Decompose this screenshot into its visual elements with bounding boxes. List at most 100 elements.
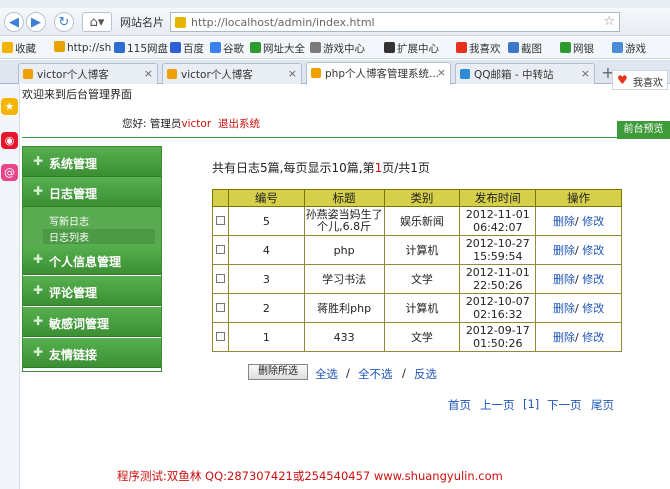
next-page-link[interactable]: 下一页 (547, 397, 582, 413)
mail-icon (460, 69, 470, 79)
edit-link[interactable]: 修改 (582, 244, 604, 257)
bookmark-site-directory[interactable]: 网址大全 (250, 41, 305, 56)
admin-header: 您好: 管理员victor 退出系统 (22, 108, 670, 138)
favorites-like[interactable]: 我喜欢 (456, 41, 501, 56)
row-select-cell (212, 322, 229, 352)
submenu-log-list[interactable]: 日志列表 (43, 229, 155, 244)
separator: / (346, 366, 350, 380)
extension-center[interactable]: 扩展中心 (384, 41, 439, 56)
heart-icon: ♥ (617, 73, 628, 87)
select-all-link[interactable]: 全选 (315, 366, 338, 382)
cloud-icon (114, 42, 125, 53)
header-title: 标题 (303, 189, 385, 207)
delete-link[interactable]: 删除 (553, 331, 575, 344)
baidu-icon (170, 42, 181, 53)
edit-link[interactable]: 修改 (582, 273, 604, 286)
games[interactable]: 游戏 (612, 41, 646, 56)
bookmark-115[interactable]: 115网盘 (114, 41, 168, 56)
cell-title: 433 (303, 322, 385, 352)
tab-admin-active[interactable]: php个人博客管理系统... × (306, 62, 451, 85)
email-icon[interactable]: @ (1, 164, 18, 181)
menu-sensitive-words[interactable]: ✚ 敏感词管理 (23, 307, 161, 337)
like-button[interactable]: ♥ 我喜欢 (612, 70, 668, 90)
tab-victor-blog-2[interactable]: victor个人博客 × (162, 63, 302, 84)
bookmark-http-sh[interactable]: http://sh (54, 41, 111, 54)
tab-victor-blog-1[interactable]: victor个人博客 × (18, 63, 158, 84)
row-checkbox[interactable] (215, 244, 225, 254)
back-icon[interactable]: ◀ (4, 12, 24, 32)
close-icon[interactable]: × (437, 66, 446, 79)
navigation-bar: ◀ ▶ ↻ ⌂▾ 网站名片 http://localhost/admin/ind… (0, 8, 670, 36)
bookmark-baidu[interactable]: 百度 (170, 41, 204, 56)
close-icon[interactable]: × (288, 67, 297, 80)
invert-selection-link[interactable]: 反选 (414, 366, 437, 382)
menu-profile-management[interactable]: ✚ 个人信息管理 (23, 245, 161, 275)
google-icon (210, 42, 221, 53)
prev-page-link[interactable]: 上一页 (480, 397, 515, 413)
plus-icon: ✚ (33, 345, 44, 359)
favicon-icon (175, 17, 186, 28)
refresh-icon[interactable]: ↻ (54, 12, 74, 32)
puzzle-icon (384, 42, 395, 53)
tab-qq-mail[interactable]: QQ邮箱 - 中转站 × (455, 63, 595, 84)
table-row: 5 孙燕姿当妈生了个儿,6.8斤 娱乐新闻 2012-11-01 06:42:07… (212, 206, 622, 236)
row-checkbox[interactable] (215, 215, 225, 225)
site-name-menu[interactable]: 网站名片 (120, 14, 164, 30)
menu-system-management[interactable]: ✚ 系统管理 (23, 147, 161, 177)
address-bar[interactable]: http://localhost/admin/index.html ☆ (170, 12, 620, 32)
forward-icon[interactable]: ▶ (26, 12, 46, 32)
cell-datetime: 2012-10-07 02:16:32 (459, 293, 537, 323)
log-table: 编号 标题 类别 发布时间 操作 5 孙燕姿当妈生了个儿,6.8斤 娱乐新闻 2… (212, 189, 622, 352)
delete-link[interactable]: 删除 (553, 215, 575, 228)
cell-id: 3 (227, 264, 305, 294)
table-row: 1 433 文学 2012-09-17 01:50:26 删除/ 修改 (212, 322, 622, 352)
plus-icon: ✚ (33, 154, 44, 168)
bookmark-google[interactable]: 谷歌 (210, 41, 244, 56)
url-text[interactable]: http://localhost/admin/index.html (191, 16, 375, 29)
edit-link[interactable]: 修改 (582, 215, 604, 228)
close-icon[interactable]: × (581, 67, 590, 80)
header-category: 类别 (383, 189, 461, 207)
delete-link[interactable]: 删除 (553, 244, 575, 257)
menu-comment-management[interactable]: ✚ 评论管理 (23, 276, 161, 306)
home-icon[interactable]: ⌂▾ (82, 12, 112, 32)
online-banking[interactable]: 网银 (560, 41, 594, 56)
scissors-icon (508, 42, 519, 53)
current-page: [1] (523, 397, 540, 411)
edit-link[interactable]: 修改 (582, 331, 604, 344)
logout-link[interactable]: 退出系统 (218, 116, 260, 131)
last-page-link[interactable]: 尾页 (591, 397, 614, 413)
star-icon[interactable]: ☆ (603, 14, 615, 29)
delete-selected-button[interactable]: 删除所选 (248, 364, 308, 380)
delete-link[interactable]: 删除 (553, 302, 575, 315)
weibo-icon[interactable]: ◉ (1, 132, 18, 149)
menu-log-management[interactable]: ✚ 日志管理 (23, 177, 161, 207)
select-none-link[interactable]: 全不选 (358, 366, 393, 382)
cell-title: php (303, 235, 385, 265)
bookmark-favorites[interactable]: 收藏 (2, 41, 36, 56)
row-checkbox[interactable] (215, 273, 225, 283)
row-checkbox[interactable] (215, 331, 225, 341)
screenshot-tool[interactable]: 截图 (508, 41, 542, 56)
plus-icon: ✚ (33, 252, 44, 266)
cell-category: 计算机 (383, 235, 461, 265)
close-icon[interactable]: × (144, 67, 153, 80)
favorites-star-icon[interactable]: ★ (1, 98, 18, 115)
bookmark-game-center[interactable]: 游戏中心 (310, 41, 365, 56)
delete-link[interactable]: 删除 (553, 273, 575, 286)
cell-actions: 删除/ 修改 (535, 235, 622, 265)
menu-friend-links[interactable]: ✚ 友情链接 (23, 338, 161, 368)
edit-link[interactable]: 修改 (582, 302, 604, 315)
star-icon (2, 42, 13, 53)
welcome-text: 欢迎来到后台管理界面 (22, 88, 132, 101)
submenu-write-log[interactable]: 写新日志 (49, 213, 89, 228)
first-page-link[interactable]: 首页 (448, 397, 471, 413)
table-header-row: 编号 标题 类别 发布时间 操作 (212, 189, 622, 207)
heart-icon (456, 42, 467, 53)
cell-category: 文学 (383, 322, 461, 352)
cell-datetime: 2012-10-27 15:59:54 (459, 235, 537, 265)
row-checkbox[interactable] (215, 302, 225, 312)
frontend-preview-button[interactable]: 前台预览 (617, 121, 670, 139)
table-row: 4 php 计算机 2012-10-27 15:59:54 删除/ 修改 (212, 235, 622, 265)
cell-datetime: 2012-11-01 06:42:07 (459, 206, 537, 236)
